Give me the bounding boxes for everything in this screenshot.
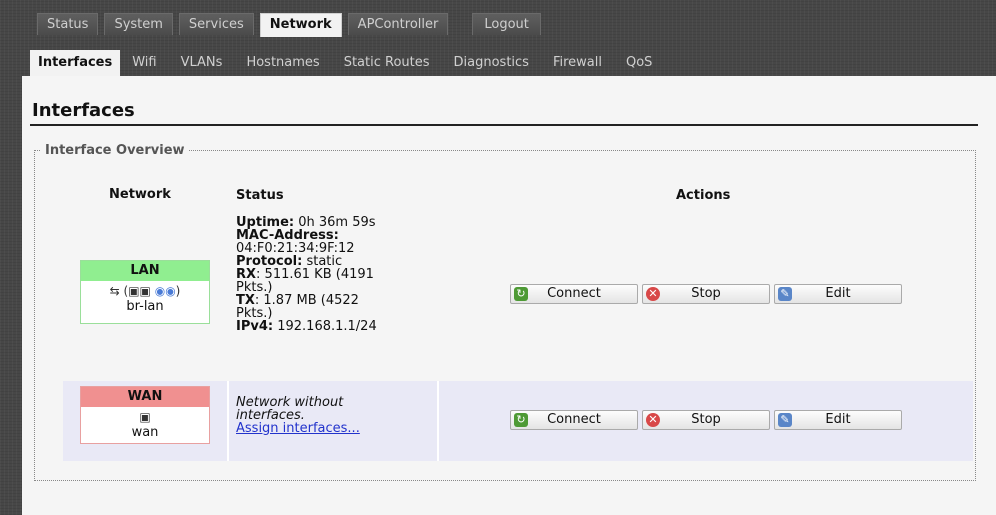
wan-network-box: WAN ▣ wan: [80, 386, 210, 444]
rx-value: : 511.61 KB (4191: [256, 267, 374, 282]
header-network: Network: [109, 187, 171, 202]
ethernet-port-icon: (▣▣: [123, 284, 151, 298]
column-divider: [437, 381, 439, 461]
connect-label: Connect: [547, 286, 601, 301]
section-title: Interface Overview: [45, 143, 185, 158]
subtab-vlans[interactable]: VLANs: [169, 50, 235, 76]
wan-device: wan: [131, 425, 159, 440]
tab-services[interactable]: Services: [178, 13, 254, 35]
assign-interfaces-link[interactable]: Assign interfaces...: [236, 422, 360, 435]
subtab-diagnostics[interactable]: Diagnostics: [442, 50, 541, 76]
tab-status[interactable]: Status: [37, 13, 99, 35]
edit-label: Edit: [825, 286, 851, 301]
sub-nav: Interfaces Wifi VLANs Hostnames Static R…: [30, 50, 664, 76]
subtab-wifi[interactable]: Wifi: [120, 50, 168, 76]
subtab-firewall[interactable]: Firewall: [541, 50, 614, 76]
connect-label: Connect: [547, 412, 601, 427]
paren-close: ): [175, 284, 181, 298]
title-divider: [30, 124, 978, 126]
ipv4-value: 192.168.1.1/24: [277, 319, 377, 334]
header-actions: Actions: [676, 188, 731, 203]
wifi-icon: ◉◉: [154, 284, 176, 298]
lan-interface-icons: ⇆ (▣▣ ◉◉): [81, 283, 209, 299]
stop-label: Stop: [691, 412, 721, 427]
stop-label: Stop: [691, 286, 721, 301]
lan-device: br-lan: [126, 299, 164, 314]
lan-status: Uptime: 0h 36m 59s MAC-Address: 04:F0:21…: [236, 216, 436, 333]
lan-edit-button[interactable]: ✎ Edit: [774, 284, 902, 304]
lan-name: LAN: [81, 261, 209, 281]
wan-status: Network without interfaces.: [236, 396, 343, 422]
subtab-qos[interactable]: QoS: [614, 50, 664, 76]
wan-edit-button[interactable]: ✎ Edit: [774, 410, 902, 430]
tab-network[interactable]: Network: [259, 13, 342, 37]
ipv4-label: IPv4:: [236, 319, 274, 334]
edit-label: Edit: [825, 412, 851, 427]
wan-stop-button[interactable]: ✕ Stop: [642, 410, 770, 430]
wan-connect-button[interactable]: ↻ Connect: [510, 410, 638, 430]
subtab-interfaces[interactable]: Interfaces: [30, 50, 121, 76]
app-window: Status System Services Network APControl…: [0, 0, 996, 515]
lan-stop-button[interactable]: ✕ Stop: [642, 284, 770, 304]
subtab-static-routes[interactable]: Static Routes: [332, 50, 442, 76]
content-panel: Interfaces Interface Overview Network St…: [22, 76, 996, 515]
ethernet-port-icon: ▣: [139, 410, 151, 424]
lan-connect-button[interactable]: ↻ Connect: [510, 284, 638, 304]
header-status: Status: [236, 188, 284, 203]
top-nav: Status System Services Network APControl…: [37, 13, 547, 37]
wan-name: WAN: [81, 387, 209, 407]
subtab-hostnames[interactable]: Hostnames: [234, 50, 331, 76]
tab-apcontroller[interactable]: APController: [347, 13, 449, 35]
tab-system[interactable]: System: [104, 13, 173, 35]
bridge-icon: ⇆: [109, 284, 120, 298]
column-divider: [227, 381, 229, 461]
tab-logout[interactable]: Logout: [472, 13, 541, 35]
page-title: Interfaces: [32, 100, 135, 121]
lan-network-box: LAN ⇆ (▣▣ ◉◉) br-lan: [80, 260, 210, 324]
